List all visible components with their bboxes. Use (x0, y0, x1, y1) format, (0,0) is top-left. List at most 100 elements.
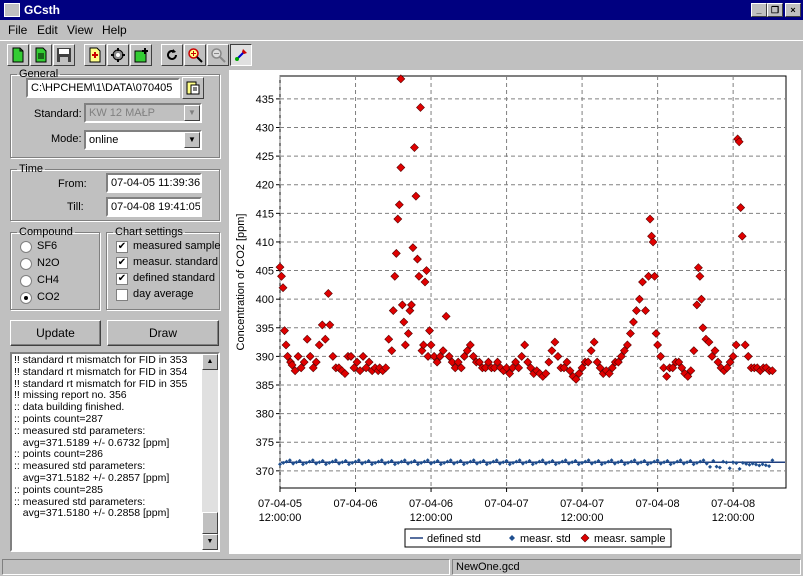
radio-co2-label: CO2 (37, 291, 60, 303)
new-button[interactable] (7, 44, 29, 66)
log-scrollbar[interactable]: ▲ ▼ (202, 354, 218, 550)
radio-n2o[interactable] (20, 258, 32, 270)
toolbar (0, 40, 803, 68)
scroll-down-icon[interactable]: ▼ (202, 534, 218, 550)
x-tick-label: 07-04-07 (485, 498, 529, 510)
add-icon (134, 48, 148, 63)
new-icon (12, 47, 24, 63)
restore-button[interactable]: ❐ (767, 3, 783, 17)
menu-edit[interactable]: Edit (37, 23, 58, 37)
x-tick-label: 07-04-06 (333, 498, 377, 510)
update-button[interactable]: Update (10, 320, 101, 346)
export-icon (89, 47, 101, 63)
browse-button[interactable] (182, 77, 204, 99)
settings-icon (111, 48, 125, 62)
check-defined-standard-label: defined standard (133, 272, 215, 284)
y-tick-label: 385 (256, 380, 274, 392)
y-tick-label: 435 (256, 94, 274, 106)
time-legend: Time (19, 163, 44, 175)
y-tick-label: 390 (256, 351, 274, 363)
open-button[interactable] (30, 44, 52, 66)
paint-icon (235, 49, 247, 61)
menu-help[interactable]: Help (102, 23, 127, 37)
radio-sf6[interactable] (20, 241, 32, 253)
browse-icon (186, 81, 200, 95)
close-button[interactable]: × (785, 3, 801, 17)
mode-dropdown-icon: ▼ (184, 132, 200, 148)
radio-sf6-label: SF6 (37, 240, 58, 252)
paint-button[interactable] (230, 44, 252, 66)
save-button[interactable] (53, 44, 75, 66)
zoom-out-button[interactable] (207, 44, 229, 66)
zoom-out-icon (211, 48, 226, 63)
zoom-in-button[interactable] (184, 44, 206, 66)
standard-dropdown-icon: ▼ (184, 105, 200, 121)
check-measured-sample[interactable]: ✔ (116, 241, 128, 253)
settings-button[interactable] (107, 44, 129, 66)
status-bar: NewOne.gcd (0, 557, 803, 576)
log-line: avg=371.5182 +/- 0.2857 [ppm] (14, 471, 170, 484)
radio-co2[interactable] (20, 292, 32, 304)
export-button[interactable] (84, 44, 106, 66)
standard-label: Standard: (34, 108, 82, 120)
till-field[interactable]: 07-04-08 19:41:05 (106, 197, 202, 217)
open-icon (35, 47, 47, 63)
check-day-average[interactable] (116, 289, 128, 301)
compound-legend: Compound (19, 226, 73, 238)
scroll-thumb[interactable] (202, 512, 218, 534)
x-tick-label-time: 12:00:00 (712, 512, 755, 524)
title-bar: GCsth _ ❐ × (0, 0, 803, 20)
y-tick-label: 430 (256, 123, 274, 135)
save-icon (57, 48, 71, 62)
standard-value: KW 12 MAŁP (89, 107, 156, 119)
log-line: :: points count=285 (14, 483, 104, 496)
radio-ch4-label: CH4 (37, 274, 60, 286)
scroll-up-icon[interactable]: ▲ (202, 354, 218, 370)
log-line: !! standard rt mismatch for FID in 354 (14, 365, 188, 378)
y-tick-label: 395 (256, 323, 274, 335)
mode-value: online (89, 134, 119, 146)
y-tick-label: 425 (256, 151, 274, 163)
menu-view[interactable]: View (67, 23, 93, 37)
log-lines: !! standard rt mismatch for FID in 353!!… (14, 354, 202, 520)
status-left (2, 559, 450, 575)
mode-select[interactable]: online ▼ (84, 130, 202, 150)
x-tick-label-time: 12:00:00 (259, 512, 302, 524)
x-tick-label: 07-04-05 (258, 498, 302, 510)
minimize-button[interactable]: _ (751, 3, 767, 17)
path-field[interactable]: C:\HPCHEM\1\DATA\070405 (26, 78, 180, 98)
x-tick-label-time: 12:00:00 (561, 512, 604, 524)
chart-settings-legend: Chart settings (115, 226, 183, 238)
standard-select[interactable]: KW 12 MAŁP ▼ (84, 103, 202, 123)
from-label: From: (58, 178, 87, 190)
x-tick-label: 07-04-08 (636, 498, 680, 510)
y-tick-label: 400 (256, 294, 274, 306)
radio-ch4[interactable] (20, 275, 32, 287)
x-tick-label: 07-04-08 (711, 498, 755, 510)
zoom-in-icon (188, 48, 203, 63)
legend-std-label: measr. std (520, 533, 571, 545)
chart-area: 370 375 380 385 390 395 400 405 410 415 420 425 430 4… (229, 70, 801, 554)
y-tick-label: 415 (256, 208, 274, 220)
add-button[interactable] (130, 44, 152, 66)
y-tick-label: 380 (256, 409, 274, 421)
check-measur-standard[interactable]: ✔ (116, 257, 128, 269)
menu-bar: File Edit View Help (0, 20, 803, 39)
x-tick-label: 07-04-06 (409, 498, 453, 510)
x-tick-label: 07-04-07 (560, 498, 604, 510)
log-panel[interactable]: !! standard rt mismatch for FID in 353!!… (10, 352, 220, 552)
check-day-average-label: day average (133, 288, 194, 300)
from-field[interactable]: 07-04-05 11:39:36 (106, 173, 202, 193)
window-title: GCsth (24, 3, 60, 17)
check-measured-sample-label: measured sample (133, 240, 221, 252)
log-line: :: measured std parameters: (14, 424, 146, 437)
co2-chart: 370 375 380 385 390 395 400 405 410 415 420 425 430 4… (235, 74, 787, 548)
legend-sample-label: measr. sample (594, 533, 666, 545)
check-defined-standard[interactable]: ✔ (116, 273, 128, 285)
status-file: NewOne.gcd (452, 559, 801, 575)
refresh-button[interactable] (161, 44, 183, 66)
mode-label: Mode: (51, 133, 82, 145)
radio-n2o-label: N2O (37, 257, 60, 269)
draw-button[interactable]: Draw (107, 320, 219, 346)
menu-file[interactable]: File (8, 23, 27, 37)
